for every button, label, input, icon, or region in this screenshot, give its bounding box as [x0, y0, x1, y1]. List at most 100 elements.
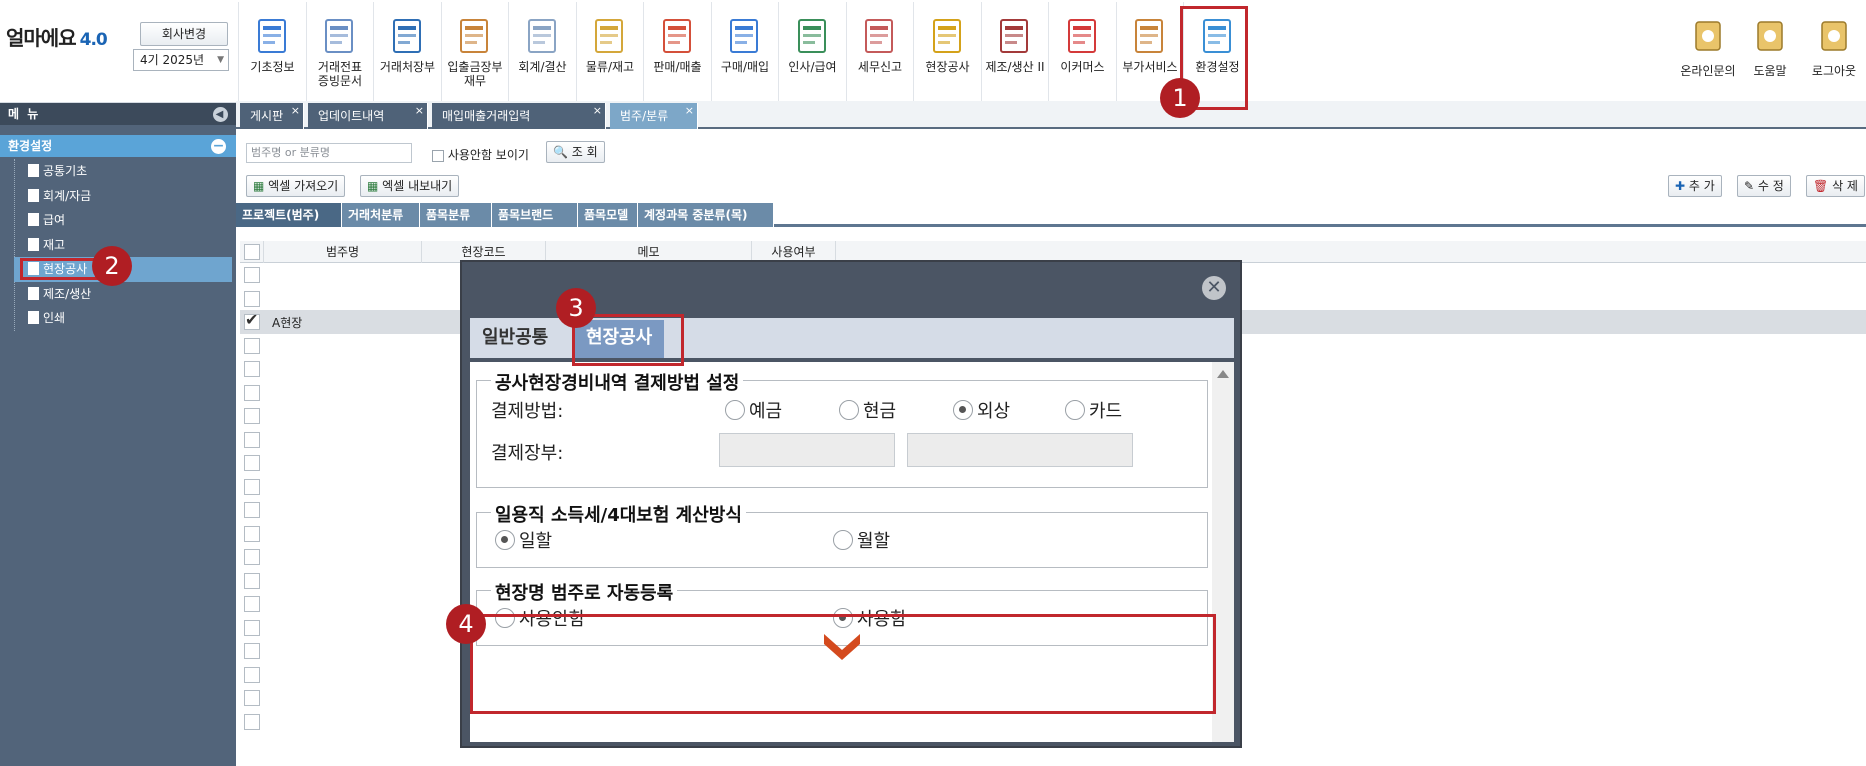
- menu-item-label: 제조/생산 II: [985, 60, 1045, 74]
- grid-select-all[interactable]: [240, 241, 264, 263]
- subtab-4[interactable]: 품목모델: [578, 203, 638, 227]
- radio-tax-daily[interactable]: 일할: [495, 527, 552, 553]
- menu-item-factory[interactable]: 제조/생산 II: [980, 2, 1049, 102]
- row-checkbox[interactable]: [244, 361, 260, 377]
- subtab-2[interactable]: 품목분류: [420, 203, 492, 227]
- company-change-button[interactable]: 회사변경: [140, 22, 228, 46]
- close-icon[interactable]: ×: [593, 98, 602, 124]
- right-menu-online-support[interactable]: 온라인문의: [1674, 2, 1742, 102]
- menu-item-basic-info[interactable]: 기초정보: [238, 2, 306, 102]
- menu-item-construction[interactable]: 현장공사: [913, 2, 981, 102]
- app-logo: 얼마에요 4.0: [6, 26, 108, 50]
- edit-button[interactable]: ✎ 수 정: [1737, 175, 1791, 197]
- subtab-0[interactable]: 프로젝트(범주): [236, 203, 342, 227]
- row-checkbox[interactable]: [244, 502, 260, 518]
- right-menu-logout[interactable]: 로그아웃: [1800, 2, 1866, 102]
- step-badge-4: 4: [446, 604, 486, 644]
- ecommerce-icon: [1063, 16, 1103, 56]
- row-checkbox[interactable]: [244, 431, 260, 448]
- menu-item-logistics[interactable]: 물류/재고: [575, 2, 644, 102]
- excel-export-button[interactable]: ▦ 엑셀 내보내기: [360, 175, 460, 197]
- row-checkbox[interactable]: [244, 596, 260, 612]
- menu-item-hr[interactable]: 인사/급여: [778, 2, 846, 102]
- sidebar-item-label: 급여: [43, 213, 66, 227]
- excel-icon: ▦: [253, 179, 265, 193]
- subtab-1[interactable]: 거래처분류: [342, 203, 420, 227]
- radio-payment-deposit[interactable]: 예금: [725, 397, 782, 423]
- row-checkbox[interactable]: [244, 337, 260, 354]
- menu-item-ledger[interactable]: 거래처장부: [373, 2, 441, 102]
- menu-item-tax[interactable]: 세무신고: [845, 2, 914, 102]
- row-checkbox[interactable]: [244, 290, 260, 307]
- subtab-3[interactable]: 품목브랜드: [492, 203, 578, 227]
- tab-label: 게시판: [250, 109, 284, 123]
- menu-item-accounting[interactable]: 회계/결산: [508, 2, 576, 102]
- close-icon[interactable]: ×: [415, 98, 424, 124]
- row-checkbox[interactable]: [244, 267, 260, 283]
- radio-tax-monthly[interactable]: 월할: [833, 527, 890, 553]
- scroll-up-icon[interactable]: [1217, 370, 1229, 378]
- tab-2[interactable]: 매입매출거래입력 ×: [432, 103, 606, 129]
- close-icon[interactable]: ✕: [1202, 276, 1226, 300]
- column-category-name[interactable]: 범주명: [264, 241, 422, 263]
- menu-item-cash-book[interactable]: 입출금장부 재무: [440, 2, 509, 102]
- row-checkbox[interactable]: [244, 713, 260, 730]
- tab-0[interactable]: 게시판 ×: [240, 103, 304, 129]
- collapse-icon[interactable]: ◀: [213, 107, 228, 122]
- plus-icon: ✚: [1675, 179, 1686, 193]
- sidebar-item-5[interactable]: 제조/생산: [14, 282, 232, 307]
- tab-label: 업데이트내역: [318, 109, 385, 123]
- chevron-down-icon: ▼: [217, 55, 224, 65]
- subtab-5[interactable]: 계정과목 중분류(목): [638, 203, 774, 227]
- row-checkbox[interactable]: [244, 408, 260, 424]
- sidebar-section-settings[interactable]: 환경설정 −: [0, 135, 236, 157]
- purchase-icon: [725, 16, 765, 56]
- row-checkbox[interactable]: [244, 690, 260, 706]
- right-menu-label: 온라인문의: [1680, 64, 1736, 78]
- search-input[interactable]: 범주명 or 분류명: [246, 143, 412, 163]
- tab-label: 매입매출거래입력: [442, 109, 531, 123]
- sidebar-item-0[interactable]: 공통기초: [14, 159, 232, 184]
- radio-payment-card[interactable]: 카드: [1065, 397, 1122, 423]
- close-icon[interactable]: ×: [291, 98, 300, 124]
- sidebar-item-6[interactable]: 인쇄: [14, 306, 232, 331]
- menu-item-sales[interactable]: 판매/매출: [643, 2, 711, 102]
- right-menu-help-book[interactable]: 도움말: [1736, 2, 1804, 102]
- menu-item-voucher[interactable]: 거래전표 증빙문서: [305, 2, 374, 102]
- radio-payment-credit[interactable]: 외상: [953, 397, 1010, 423]
- add-button[interactable]: ✚ 추 가: [1668, 175, 1722, 197]
- sidebar-item-1[interactable]: 회계/자금: [14, 184, 232, 209]
- excel-import-button[interactable]: ▦ 엑셀 가져오기: [246, 175, 346, 197]
- tax-icon: [860, 16, 900, 56]
- show-unused-toggle[interactable]: 사용안함 보이기: [432, 146, 529, 163]
- tab-general-common[interactable]: 일반공통: [470, 320, 560, 358]
- show-unused-checkbox[interactable]: [432, 149, 444, 162]
- payment-book-field-2[interactable]: [907, 433, 1133, 467]
- row-checkbox[interactable]: [244, 572, 260, 589]
- delete-button[interactable]: 🗑 삭 제: [1806, 175, 1865, 197]
- close-icon[interactable]: ×: [685, 98, 694, 124]
- row-checkbox[interactable]: [244, 478, 260, 495]
- payment-book-label: 결제장부:: [491, 443, 564, 464]
- period-select[interactable]: 4기 2025년 ▼: [133, 49, 229, 71]
- minus-icon[interactable]: −: [211, 139, 226, 154]
- row-checkbox[interactable]: [244, 619, 260, 636]
- menu-item-ecommerce[interactable]: 이커머스: [1048, 2, 1116, 102]
- row-checkbox[interactable]: [244, 643, 260, 659]
- tab-3[interactable]: 범주/분류 ×: [610, 103, 698, 129]
- row-checkbox[interactable]: [244, 384, 260, 401]
- row-checkbox[interactable]: [244, 549, 260, 565]
- search-button[interactable]: 🔍 조 회: [546, 141, 605, 163]
- step-badge-3: 3: [556, 288, 596, 328]
- payment-book-field-1[interactable]: [719, 433, 895, 467]
- tab-1[interactable]: 업데이트내역 ×: [308, 103, 428, 129]
- row-checkbox[interactable]: [244, 666, 260, 683]
- sidebar-item-2[interactable]: 급여: [14, 208, 232, 233]
- sidebar-item-label: 회계/자금: [43, 188, 92, 203]
- menu-item-purchase[interactable]: 구매/매입: [710, 2, 779, 102]
- row-checkbox[interactable]: [244, 455, 260, 471]
- radio-payment-cash[interactable]: 현금: [839, 397, 896, 423]
- row-checkbox[interactable]: [244, 525, 260, 542]
- document-icon: [28, 213, 39, 226]
- pointer-chevron-icon: [824, 634, 860, 660]
